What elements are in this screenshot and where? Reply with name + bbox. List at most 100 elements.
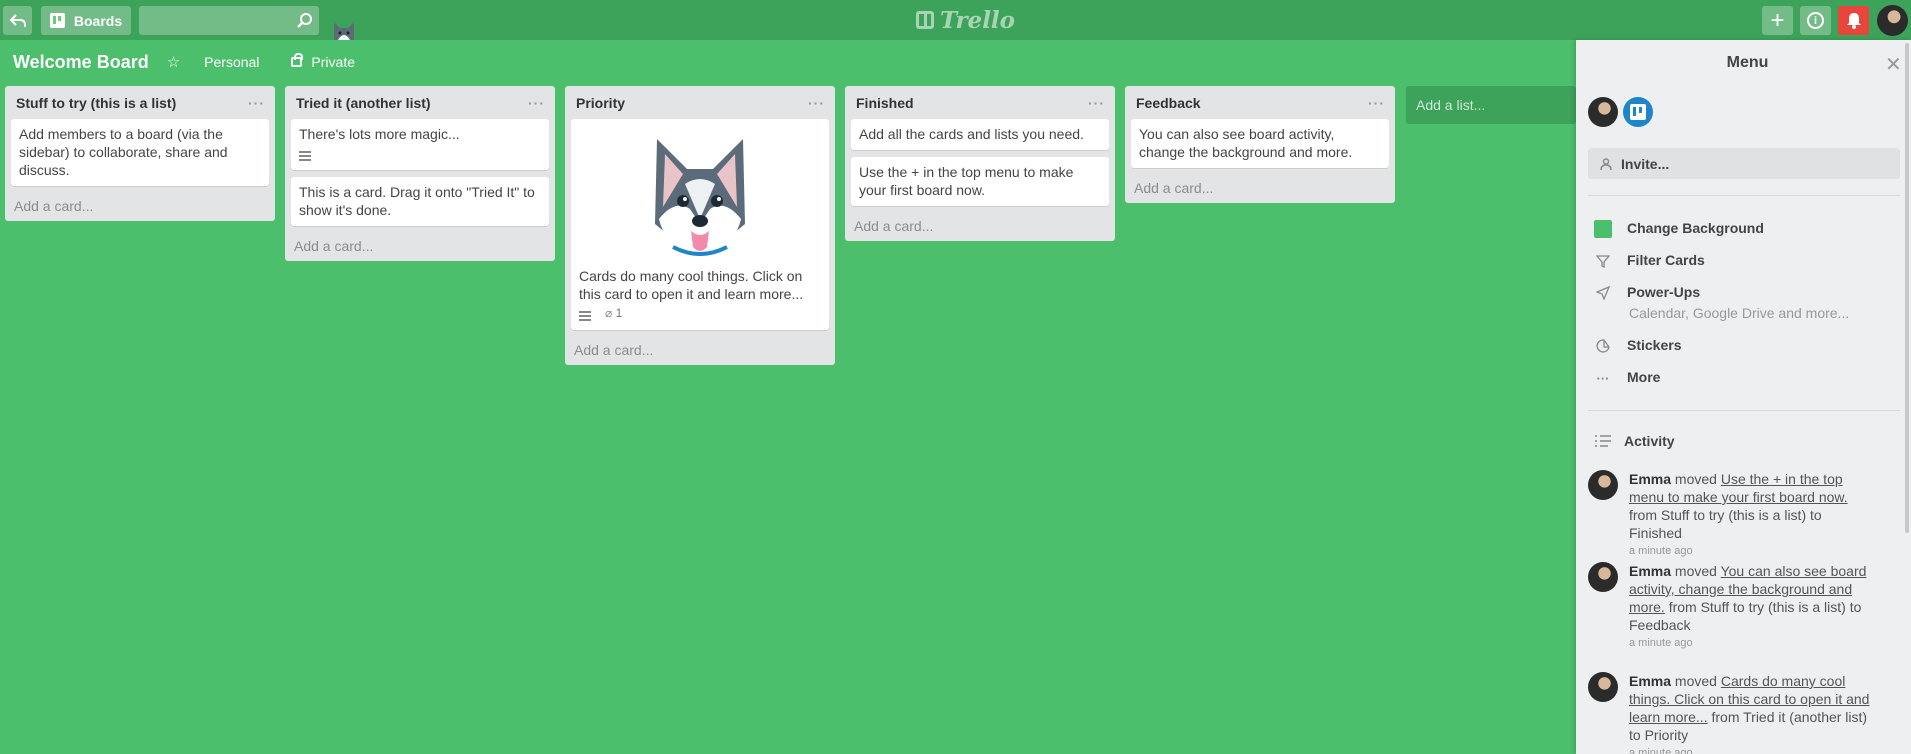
notifications-button[interactable]	[1838, 6, 1869, 35]
activity-verb: moved	[1674, 471, 1717, 487]
search-icon[interactable]	[296, 12, 313, 29]
menu-item-label: Filter Cards	[1627, 252, 1705, 268]
list-header[interactable]: Stuff to try (this is a list) ···	[11, 86, 269, 119]
card-badges: ⌀ 1	[579, 303, 821, 323]
add-card-button[interactable]: Add a card...	[1131, 173, 1389, 203]
card-title: Add members to a board (via the sidebar)…	[19, 126, 228, 178]
add-card-button[interactable]: Add a card...	[291, 231, 549, 261]
bell-icon	[1846, 13, 1861, 29]
divider	[1588, 410, 1900, 411]
attachment-badge: ⌀ 1	[605, 304, 622, 322]
add-button[interactable]: +	[1762, 6, 1793, 35]
menu-sidebar: Menu ✕ Invite... Change Background Filte…	[1576, 40, 1911, 754]
activity-user[interactable]: Emma	[1629, 471, 1671, 487]
info-button[interactable]: i	[1800, 6, 1831, 35]
sidebar-scrollbar[interactable]	[1905, 43, 1909, 533]
menu-item-change-background[interactable]: Change Background	[1594, 220, 1764, 238]
card[interactable]: Cards do many cool things. Click on this…	[571, 119, 829, 330]
activity-time[interactable]: a minute ago	[1629, 542, 1877, 560]
list-header[interactable]: Feedback ···	[1131, 86, 1389, 119]
activity-user[interactable]: Emma	[1629, 673, 1671, 689]
list-title[interactable]: Priority	[576, 95, 625, 111]
list-menu-icon[interactable]: ···	[808, 95, 825, 111]
list: Stuff to try (this is a list) ··· Add me…	[5, 86, 275, 221]
taco-mascot-icon[interactable]	[330, 18, 358, 40]
user-avatar[interactable]	[1877, 5, 1908, 36]
husky-cover-image	[655, 139, 745, 256]
more-icon: ···	[1596, 370, 1610, 386]
card[interactable]: This is a card. Drag it onto "Tried It" …	[291, 177, 549, 226]
visibility-button[interactable]: Private	[283, 50, 363, 74]
card-title: Cards do many cool things. Click on this…	[579, 268, 804, 302]
activity-avatar[interactable]	[1588, 470, 1618, 500]
member-avatar[interactable]	[1588, 97, 1618, 127]
activity-avatar[interactable]	[1588, 562, 1618, 592]
list: Finished ··· Add all the cards and lists…	[845, 86, 1115, 241]
list: Feedback ··· You can also see board acti…	[1125, 86, 1395, 203]
boards-label: Boards	[73, 12, 123, 29]
activity-user[interactable]: Emma	[1629, 563, 1671, 579]
power-ups-description: Calendar, Google Drive and more...	[1629, 305, 1850, 321]
menu-item-power-ups[interactable]: Power-Ups	[1594, 284, 1700, 302]
list-title[interactable]: Finished	[856, 95, 914, 111]
paperclip-icon: ⌀	[605, 306, 613, 320]
list-title[interactable]: Stuff to try (this is a list)	[16, 95, 176, 111]
attachment-count: 1	[615, 306, 623, 320]
activity-avatar[interactable]	[1588, 672, 1618, 702]
board-title[interactable]: Welcome Board	[13, 52, 149, 73]
menu-item-label: More	[1627, 369, 1661, 385]
board-header: Welcome Board ☆ Personal Private	[0, 40, 1575, 84]
card[interactable]: Add members to a board (via the sidebar)…	[11, 119, 269, 186]
list-menu-icon[interactable]: ···	[1368, 95, 1385, 111]
info-icon: i	[1807, 12, 1824, 29]
card[interactable]: Add all the cards and lists you need.	[851, 119, 1109, 150]
boards-button[interactable]: Boards	[41, 6, 131, 35]
card[interactable]: There's lots more magic...	[291, 119, 549, 170]
trello-logo[interactable]: Trello	[916, 7, 1015, 34]
card-title: Add all the cards and lists you need.	[859, 126, 1084, 142]
star-icon[interactable]: ☆	[167, 53, 180, 71]
activity-verb: moved	[1674, 673, 1717, 689]
list-title[interactable]: Feedback	[1136, 95, 1201, 111]
person-icon	[1600, 157, 1612, 170]
menu-item-filter-cards[interactable]: Filter Cards	[1594, 252, 1705, 270]
back-button[interactable]	[3, 6, 32, 35]
activity-detail: from Stuff to try (this is a list) to Fi…	[1629, 507, 1822, 541]
card-title: You can also see board activity, change …	[1139, 126, 1353, 160]
team-button[interactable]: Personal	[196, 50, 267, 74]
activity-title: Activity	[1624, 433, 1675, 449]
rocket-icon	[1594, 284, 1612, 302]
add-card-button[interactable]: Add a card...	[11, 191, 269, 221]
card-title: There's lots more magic...	[299, 126, 460, 142]
menu-item-label: Change Background	[1627, 220, 1764, 236]
visibility-label: Private	[311, 54, 355, 70]
card-title: Use the + in the top menu to make your f…	[859, 164, 1074, 198]
search-input[interactable]	[139, 6, 289, 35]
activity-time[interactable]: a minute ago	[1629, 634, 1877, 652]
menu-item-more[interactable]: ··· More	[1594, 369, 1661, 387]
close-icon[interactable]: ✕	[1885, 52, 1902, 77]
activity-time[interactable]: a minute ago	[1629, 744, 1877, 754]
list-header[interactable]: Finished ···	[851, 86, 1109, 119]
menu-title: Menu	[1726, 54, 1769, 71]
card[interactable]: You can also see board activity, change …	[1131, 119, 1389, 168]
list-menu-icon[interactable]: ···	[1088, 95, 1105, 111]
menu-item-stickers[interactable]: Stickers	[1594, 337, 1681, 355]
list-header[interactable]: Tried it (another list) ···	[291, 86, 549, 119]
activity-text: Emma moved Use the + in the top menu to …	[1629, 470, 1877, 560]
add-card-button[interactable]: Add a card...	[851, 211, 1109, 241]
list-header[interactable]: Priority ···	[571, 86, 829, 119]
menu-item-label: Stickers	[1627, 337, 1682, 353]
card[interactable]: Use the + in the top menu to make your f…	[851, 157, 1109, 206]
board-icon	[49, 13, 65, 28]
trello-member-avatar[interactable]	[1623, 97, 1653, 127]
list-menu-icon[interactable]: ···	[248, 95, 265, 111]
list-title[interactable]: Tried it (another list)	[296, 95, 431, 111]
invite-button[interactable]: Invite...	[1588, 148, 1900, 179]
add-card-button[interactable]: Add a card...	[571, 335, 829, 365]
list-menu-icon[interactable]: ···	[528, 95, 545, 111]
description-icon	[299, 151, 311, 161]
search-box[interactable]	[139, 6, 319, 35]
add-list-button[interactable]: Add a list...	[1406, 86, 1576, 124]
background-swatch-icon	[1594, 220, 1612, 238]
